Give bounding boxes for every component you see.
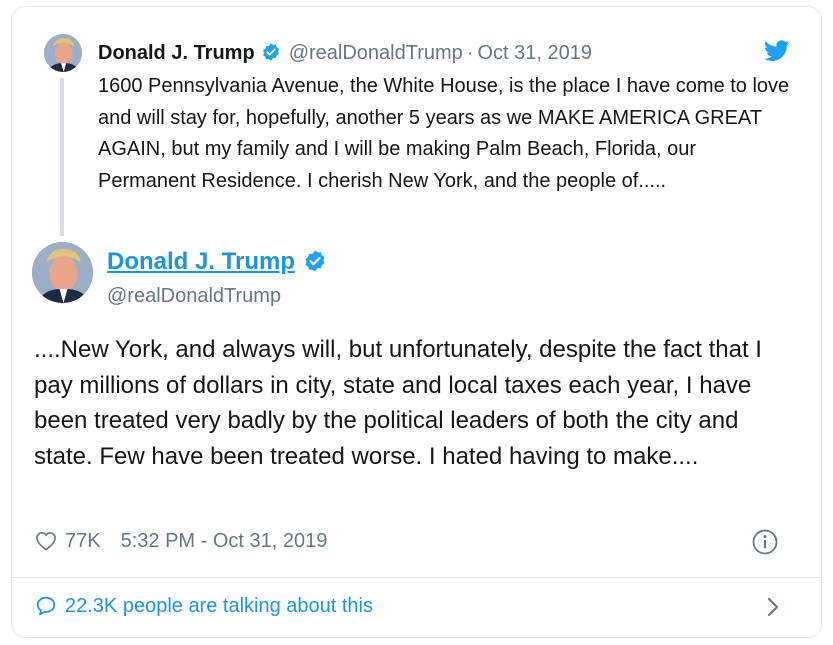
chevron-right-icon[interactable] <box>766 596 780 623</box>
parent-author-name[interactable]: Donald J. Trump <box>98 42 255 64</box>
main-author-handle[interactable]: @realDonaldTrump <box>107 282 281 310</box>
main-author-name-link[interactable]: Donald J. Trump <box>107 246 327 282</box>
conversation-link[interactable]: 22.3K people are talking about this <box>35 592 373 620</box>
talking-about-text[interactable]: 22.3K people are talking about this <box>65 592 373 620</box>
main-tweet-text: ....New York, and always will, but unfor… <box>34 336 762 470</box>
header-separator: · <box>466 42 474 64</box>
main-author-name[interactable]: Donald J. Trump <box>107 248 295 275</box>
main-avatar[interactable] <box>32 242 93 303</box>
parent-tweet-header: Donald J. Trump @realDonaldTrump · Oct 31, … <box>98 39 592 70</box>
verified-badge-icon <box>261 42 281 70</box>
twitter-bird-icon[interactable] <box>763 40 790 67</box>
speech-bubble-icon <box>35 595 57 617</box>
tweet-meta-row: 77K 5:32 PM - Oct 31, 2019 <box>35 526 327 556</box>
thread-line <box>60 78 64 236</box>
info-icon[interactable] <box>752 529 778 560</box>
parent-avatar[interactable] <box>44 34 82 72</box>
like-count[interactable]: 77K <box>65 530 101 553</box>
tweet-timestamp[interactable]: 5:32 PM - Oct 31, 2019 <box>121 530 328 553</box>
parent-author-handle[interactable]: @realDonaldTrump <box>289 42 463 64</box>
parent-tweet-date[interactable]: Oct 31, 2019 <box>477 42 592 64</box>
footer-divider <box>12 577 821 578</box>
parent-tweet-text: 1600 Pennsylvania Avenue, the White Hous… <box>98 75 790 192</box>
verified-badge-icon <box>303 249 327 282</box>
heart-icon[interactable] <box>35 531 57 551</box>
